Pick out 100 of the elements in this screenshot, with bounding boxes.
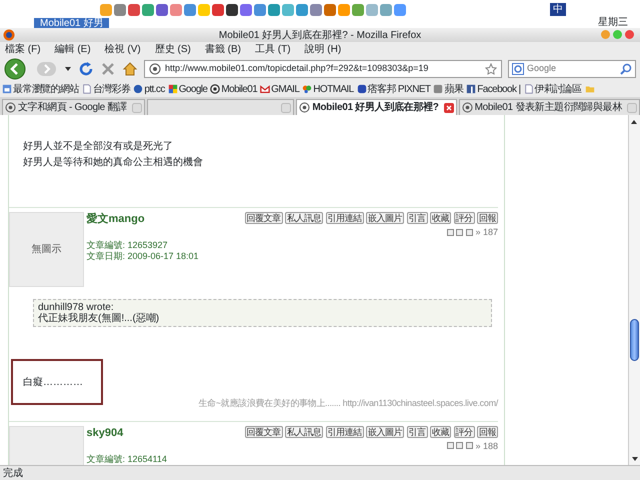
post-action-button[interactable]: 引言: [406, 426, 428, 438]
square-icon: [433, 84, 444, 94]
butterfly-icon: [302, 84, 312, 94]
small-square-icon[interactable]: [466, 228, 473, 236]
post-action-button[interactable]: 回報: [477, 212, 498, 224]
tab[interactable]: Mobile01 發表新主題衍闊歸與最林: [458, 99, 640, 115]
square-icon: [466, 84, 476, 94]
app-icon[interactable]: [226, 4, 238, 16]
post-action-button[interactable]: 回報: [477, 426, 498, 438]
menu-item[interactable]: 編輯 (E): [54, 42, 91, 56]
menu-item[interactable]: 檔案 (F): [5, 42, 41, 56]
caret-icon[interactable]: [64, 64, 72, 72]
minimize-button[interactable]: [601, 30, 610, 39]
small-square-icon[interactable]: [446, 442, 454, 449]
bookmark-link[interactable]: HOTMAIL: [302, 82, 354, 96]
paragraph-line: 好男人並不是全部沒有或是死光了: [23, 140, 174, 154]
menu-item[interactable]: 工具 (T): [254, 42, 291, 56]
tab[interactable]: Mobile01 好男人到底在那裡?: [296, 99, 457, 115]
bookmark-label[interactable]: GMAIL: [271, 82, 300, 96]
tab-label: 文字和網頁 - Google 翻譯: [18, 100, 127, 115]
address-bar[interactable]: http://www.mobile01.com/topicdetail.php?f=292&t=1098303&p=19: [144, 60, 502, 78]
post-id: 文章編號: 12653927: [86, 240, 169, 251]
reload-button[interactable]: [78, 60, 94, 76]
bookmark-link[interactable]: Google: [168, 82, 208, 96]
search-engine-icon[interactable]: [512, 62, 524, 74]
bookmark-link[interactable]: Mobile01: [210, 82, 258, 96]
post-action-button[interactable]: 收藏: [430, 212, 451, 224]
bookmark-label[interactable]: 台灣彩券: [92, 82, 130, 96]
stop-button[interactable]: [100, 60, 116, 76]
post-action-button[interactable]: 評分: [454, 212, 474, 224]
close-tab-icon[interactable]: [444, 102, 454, 112]
menu-item[interactable]: 檢視 (V): [104, 42, 141, 56]
bookmark-link[interactable]: 台灣彩券: [82, 82, 130, 96]
search-icon[interactable]: [620, 62, 632, 74]
username-link[interactable]: sky904: [86, 426, 124, 440]
site-icon: [462, 102, 473, 113]
small-square-icon[interactable]: [466, 442, 473, 449]
maximize-button[interactable]: [613, 30, 622, 39]
small-square-icon[interactable]: [456, 442, 464, 449]
post-action-button[interactable]: 引用連結: [326, 212, 364, 224]
scroll-up-arrow[interactable]: [629, 118, 639, 126]
window-title: Mobile01 好男人到底在那裡? - Mozilla Firefox: [218, 28, 422, 42]
scrollbar-thumb[interactable]: [630, 319, 639, 361]
menu-item[interactable]: 書籤 (B): [204, 42, 241, 56]
post-action-button[interactable]: 私人訊息: [285, 426, 323, 438]
post-action-button[interactable]: 引言: [406, 212, 428, 224]
bookmark-label[interactable]: Mobile01: [221, 82, 258, 96]
post-id: 文章編號: 12654114: [86, 454, 168, 464]
tab[interactable]: 文字和網頁 - Google 翻譯: [2, 99, 145, 115]
bookmark-icon: [2, 84, 12, 94]
quote-text: 代正妹我朋友(無圖!...(惡嘲): [38, 313, 160, 324]
site-icon: [5, 102, 16, 113]
post-action-button[interactable]: 收藏: [430, 426, 451, 438]
home-button[interactable]: [122, 60, 138, 76]
firefox-icon: [3, 29, 15, 41]
ring-icon: [210, 84, 220, 94]
mail-icon: [260, 84, 270, 94]
quote-author: dunhill978 wrote:: [38, 302, 115, 313]
post-action-button[interactable]: 回覆文章: [244, 212, 282, 224]
post-action-button[interactable]: 私人訊息: [285, 212, 323, 224]
site-icon: [299, 102, 310, 113]
post-action-button[interactable]: 引用連結: [326, 426, 364, 438]
tab[interactable]: [146, 99, 294, 115]
floor-number: » 187: [475, 227, 498, 237]
weekday-label: 星期三: [598, 17, 628, 28]
bookmark-link[interactable]: GMAIL: [260, 82, 300, 96]
bookmark-label[interactable]: HOTMAIL: [313, 82, 354, 96]
bookmark-label[interactable]: 蘋果: [444, 82, 464, 96]
scroll-down-arrow[interactable]: [630, 455, 640, 463]
bookmark-link[interactable]: 伊莉討論區: [524, 82, 582, 96]
rounded-square-icon: [356, 84, 367, 94]
paragraph-line: 好男人是等待和她的真命公主相遇的機會: [23, 156, 204, 170]
bookmark-label[interactable]: Facebook |: [477, 82, 521, 96]
small-square-icon[interactable]: [456, 228, 464, 236]
bookmark-star-icon[interactable]: [485, 62, 497, 74]
post-action-button[interactable]: 嵌入圖片: [366, 426, 404, 438]
avatar-caption: 無圖示: [32, 243, 62, 257]
username-link[interactable]: 愛文mango: [86, 212, 145, 226]
bookmark-label[interactable]: 伊莉討論區: [534, 82, 582, 96]
page-icon: [82, 84, 92, 94]
close-button[interactable]: [625, 30, 634, 39]
search-field[interactable]: Google: [508, 60, 636, 78]
menu-item[interactable]: 歷史 (S): [154, 42, 191, 56]
page-icon: [524, 84, 534, 94]
bookmark-label[interactable]: Google: [178, 82, 208, 96]
post-action-button[interactable]: 評分: [454, 426, 474, 438]
bookmark-label[interactable]: ptt.cc: [144, 82, 165, 96]
status-text: 完成: [0, 465, 640, 480]
bookmark-link[interactable]: 蘋果: [433, 82, 464, 96]
post-action-button[interactable]: 嵌入圖片: [366, 212, 404, 224]
bookmark-link[interactable]: ptt.cc: [133, 82, 165, 96]
tab-label: Mobile01 好男人到底在那裡?: [312, 100, 439, 115]
squares-icon: [168, 84, 178, 94]
small-square-icon[interactable]: [446, 228, 454, 236]
input-method-indicator[interactable]: 中: [550, 3, 566, 16]
post-action-button[interactable]: 回覆文章: [244, 426, 282, 438]
menu-item[interactable]: 說明 (H): [304, 42, 342, 56]
signature-text: 生命~就應該浪費在美好的事物上....... http://ivan1130chinasteel.spaces.live.com/: [197, 397, 498, 410]
bookmark-link[interactable]: Facebook |: [466, 82, 521, 96]
tab-label: Mobile01 發表新主題衍闊歸與最林: [474, 100, 622, 115]
